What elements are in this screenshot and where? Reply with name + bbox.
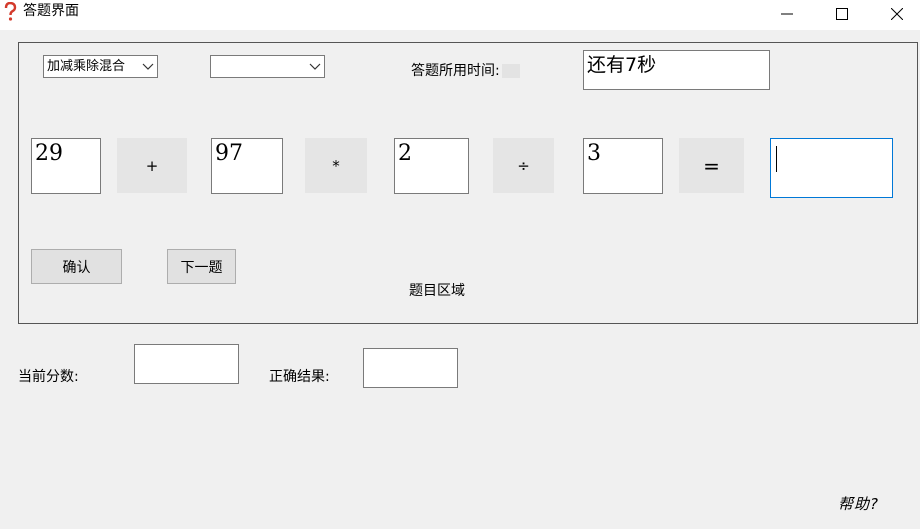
operand-1-field[interactable]: 29 xyxy=(31,138,101,194)
score-field[interactable] xyxy=(134,344,239,384)
window-title: 答题界面 xyxy=(23,3,79,19)
operand-2-field[interactable]: 97 xyxy=(211,138,283,194)
mode-select[interactable]: 加减乘除混合 xyxy=(43,55,158,78)
correct-result-field[interactable] xyxy=(363,348,458,388)
minimize-button[interactable] xyxy=(764,0,810,28)
operand-4-field[interactable]: 3 xyxy=(583,138,663,194)
operand-3-field[interactable]: 2 xyxy=(394,138,469,194)
mode-select-value: 加减乘除混合 xyxy=(47,59,126,74)
operator-2-button[interactable]: * xyxy=(305,138,367,193)
chevron-down-icon xyxy=(309,63,321,70)
title-bar: 答题界面 xyxy=(0,0,920,30)
minimize-icon xyxy=(781,13,793,15)
operator-3-button[interactable]: ÷ xyxy=(493,138,554,193)
text-caret xyxy=(776,146,777,172)
answer-input[interactable] xyxy=(770,138,893,198)
next-question-button[interactable]: 下一题 xyxy=(167,249,236,284)
correct-result-label: 正确结果: xyxy=(269,369,330,385)
confirm-button[interactable]: 确认 xyxy=(31,249,122,284)
equals-button[interactable]: = xyxy=(679,138,744,193)
chevron-down-icon xyxy=(142,63,154,70)
close-icon xyxy=(891,8,903,20)
close-button[interactable] xyxy=(874,0,920,28)
maximize-icon xyxy=(836,8,848,20)
quiz-area-label: 题目区域 xyxy=(409,283,465,299)
timer-label-bg xyxy=(502,64,520,78)
timer-display[interactable]: 还有7秒 xyxy=(583,50,770,90)
help-link[interactable]: 帮助? xyxy=(838,493,879,514)
maximize-button[interactable] xyxy=(819,0,865,28)
question-icon xyxy=(4,2,17,21)
operator-1-button[interactable]: + xyxy=(117,138,187,193)
timer-label: 答题所用时间: xyxy=(411,63,500,79)
difficulty-select[interactable] xyxy=(210,55,325,78)
score-label: 当前分数: xyxy=(18,369,79,385)
